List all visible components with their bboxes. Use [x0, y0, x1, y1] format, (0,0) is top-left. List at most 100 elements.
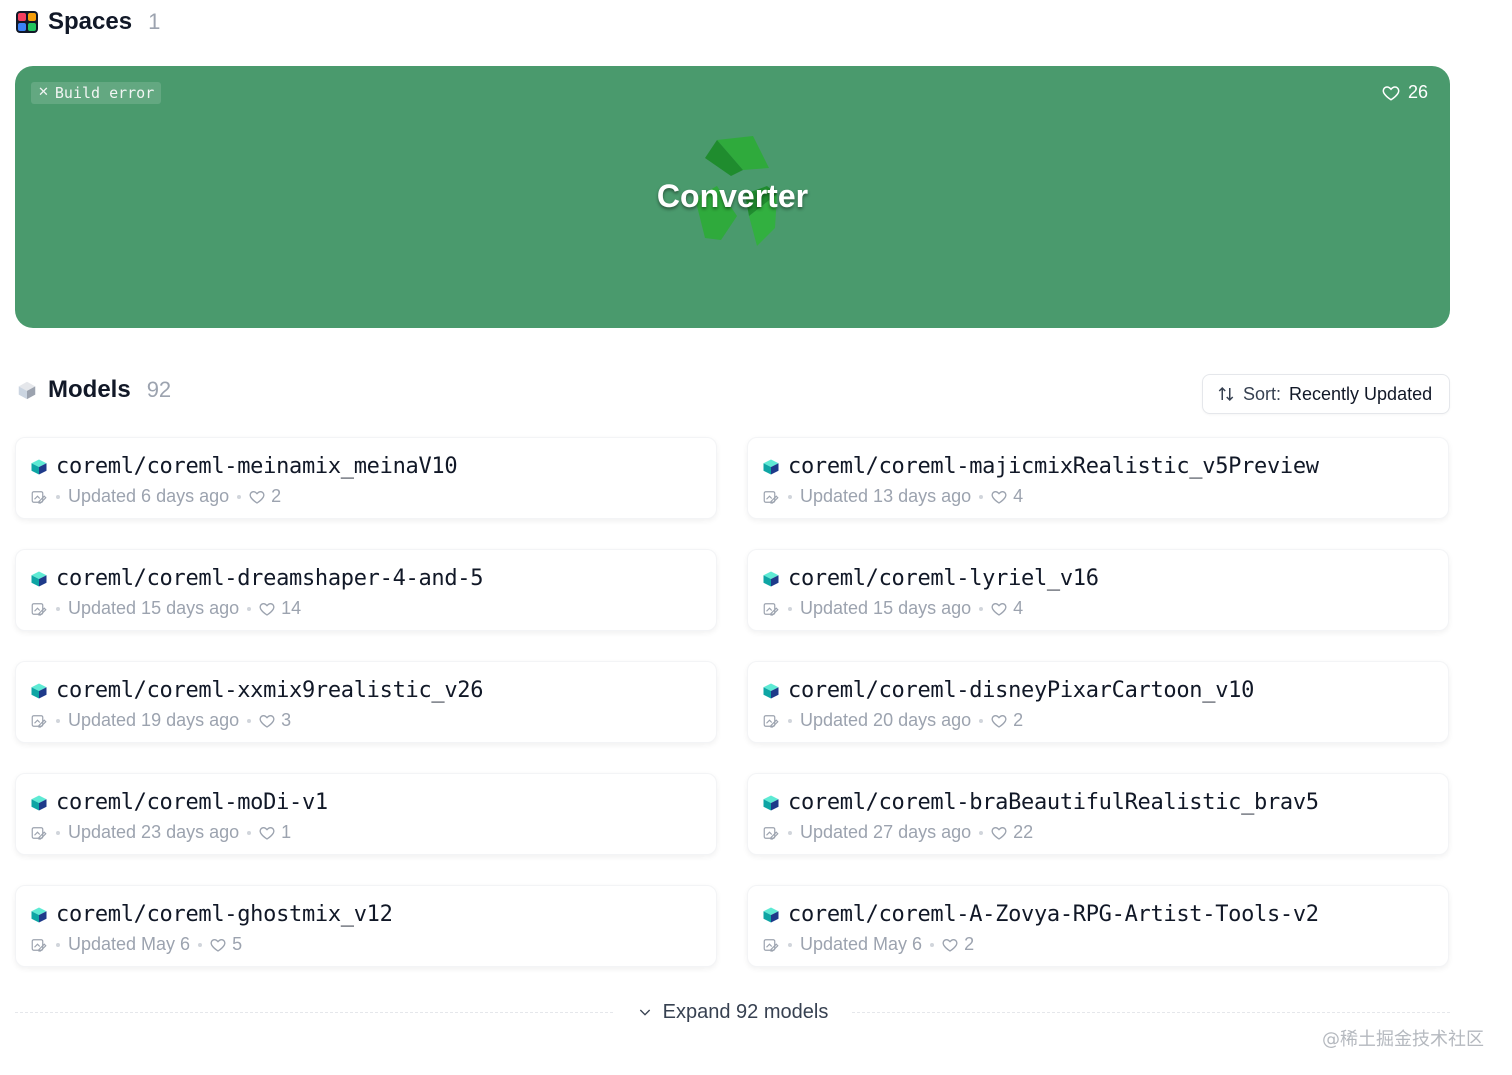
model-card[interactable]: coreml/coreml-xxmix9realistic_v26 Update… [15, 661, 717, 743]
spaces-icon [16, 11, 38, 33]
model-likes: 22 [991, 822, 1033, 843]
separator-dot [788, 942, 792, 947]
model-likes: 2 [249, 486, 281, 507]
model-card[interactable]: coreml/coreml-lyriel_v16 Updated 15 days… [747, 549, 1449, 631]
model-card[interactable]: coreml/coreml-A-Zovya-RPG-Artist-Tools-v… [747, 885, 1449, 967]
model-likes-count: 4 [1013, 486, 1024, 506]
model-card[interactable]: coreml/coreml-disneyPixarCartoon_v10 Upd… [747, 661, 1449, 743]
model-card[interactable]: coreml/coreml-ghostmix_v12 Updated May 6… [15, 885, 717, 967]
model-updated: Updated May 6 [68, 934, 191, 954]
model-likes: 4 [991, 486, 1023, 507]
model-cube-icon [31, 459, 47, 474]
model-updated: Updated 20 days ago [800, 710, 972, 730]
model-card[interactable]: coreml/coreml-braBeautifulRealistic_brav… [747, 773, 1449, 855]
text-to-image-icon [31, 490, 47, 504]
model-updated: Updated 15 days ago [800, 598, 972, 618]
close-icon: ✕ [38, 85, 49, 100]
space-card-converter[interactable]: ✕ Build error 26 Converter [15, 66, 1450, 328]
heart-icon [991, 602, 1007, 616]
model-name[interactable]: coreml/coreml-moDi-v1 [56, 790, 328, 815]
model-cube-icon [763, 907, 779, 922]
model-name[interactable]: coreml/coreml-lyriel_v16 [788, 566, 1099, 591]
space-likes[interactable]: 26 [1382, 82, 1428, 103]
text-to-image-icon [763, 826, 779, 840]
separator-dot [788, 494, 792, 499]
expand-row: Expand 92 models [15, 994, 1451, 1030]
model-name-row: coreml/coreml-lyriel_v16 [762, 566, 1099, 591]
spaces-count: 1 [148, 9, 161, 34]
model-updated: Updated 23 days ago [68, 822, 240, 842]
model-updated: Updated May 6 [800, 934, 923, 954]
model-meta: Updated 19 days ago 3 [30, 710, 291, 731]
model-likes: 2 [942, 934, 974, 955]
divider [852, 1011, 1451, 1013]
heart-icon [991, 490, 1007, 504]
heart-icon [1382, 85, 1400, 101]
model-name-row: coreml/coreml-majicmixRealistic_v5Previe… [762, 454, 1319, 479]
model-likes: 2 [991, 710, 1023, 731]
model-likes-count: 2 [271, 486, 282, 506]
model-likes: 14 [259, 598, 301, 619]
separator-dot [930, 942, 935, 947]
heart-icon [991, 826, 1007, 840]
model-likes: 4 [991, 598, 1023, 619]
model-updated: Updated 13 days ago [800, 486, 972, 506]
heart-icon [210, 938, 226, 952]
heart-icon [942, 938, 958, 952]
model-card[interactable]: coreml/coreml-moDi-v1 Updated 23 days ag… [15, 773, 717, 855]
model-name-row: coreml/coreml-ghostmix_v12 [30, 902, 393, 927]
expand-label: Expand 92 models [662, 1000, 829, 1023]
model-name[interactable]: coreml/coreml-A-Zovya-RPG-Artist-Tools-v… [788, 902, 1319, 927]
model-name[interactable]: coreml/coreml-majicmixRealistic_v5Previe… [788, 454, 1319, 479]
separator-dot [56, 942, 60, 947]
model-name[interactable]: coreml/coreml-braBeautifulRealistic_brav… [788, 790, 1319, 815]
models-title: Models [48, 376, 131, 403]
separator-dot [979, 830, 984, 835]
separator-dot [979, 606, 984, 611]
model-name[interactable]: coreml/coreml-dreamshaper-4-and-5 [56, 566, 484, 591]
chevron-down-icon [639, 1009, 650, 1016]
separator-dot [788, 718, 792, 723]
expand-models-button[interactable]: Expand 92 models [613, 1001, 853, 1024]
model-card[interactable]: coreml/coreml-meinamix_meinaV10 Updated … [15, 437, 717, 519]
model-name-row: coreml/coreml-braBeautifulRealistic_brav… [762, 790, 1319, 815]
model-name-row: coreml/coreml-disneyPixarCartoon_v10 [762, 678, 1254, 703]
model-name-row: coreml/coreml-moDi-v1 [30, 790, 328, 815]
heart-icon [259, 826, 275, 840]
build-error-badge: ✕ Build error [31, 82, 162, 104]
separator-dot [56, 606, 60, 611]
model-cube-icon [763, 459, 779, 474]
separator-dot [56, 718, 60, 723]
sort-value: Recently Updated [1289, 383, 1433, 404]
model-name[interactable]: coreml/coreml-disneyPixarCartoon_v10 [788, 678, 1254, 703]
spaces-title: Spaces [48, 8, 133, 35]
model-name[interactable]: coreml/coreml-meinamix_meinaV10 [56, 454, 458, 479]
space-title: Converter [656, 178, 809, 214]
model-likes-count: 22 [1013, 822, 1034, 842]
model-name[interactable]: coreml/coreml-ghostmix_v12 [56, 902, 393, 927]
model-meta: Updated May 6 5 [30, 934, 242, 955]
model-cube-icon [31, 683, 47, 698]
model-meta: Updated 6 days ago 2 [30, 486, 281, 507]
spaces-section-header: Spaces 1 [16, 8, 160, 36]
separator-dot [56, 830, 60, 835]
model-name-row: coreml/coreml-meinamix_meinaV10 [30, 454, 458, 479]
model-name-row: coreml/coreml-xxmix9realistic_v26 [30, 678, 484, 703]
cube-icon [18, 381, 36, 400]
heart-icon [259, 602, 275, 616]
model-meta: Updated 20 days ago 2 [762, 710, 1023, 731]
model-updated: Updated 15 days ago [68, 598, 240, 618]
model-name[interactable]: coreml/coreml-xxmix9realistic_v26 [56, 678, 484, 703]
sort-button[interactable]: Sort: Recently Updated [1202, 374, 1450, 414]
separator-dot [56, 494, 60, 499]
sort-label: Sort: [1243, 383, 1282, 404]
model-card[interactable]: coreml/coreml-dreamshaper-4-and-5 Update… [15, 549, 717, 631]
model-card[interactable]: coreml/coreml-majicmixRealistic_v5Previe… [747, 437, 1449, 519]
model-likes-count: 1 [281, 822, 292, 842]
model-cube-icon [763, 795, 779, 810]
model-likes-count: 4 [1013, 598, 1024, 618]
separator-dot [788, 830, 792, 835]
text-to-image-icon [763, 602, 779, 616]
model-meta: Updated May 6 2 [762, 934, 974, 955]
model-updated: Updated 19 days ago [68, 710, 240, 730]
